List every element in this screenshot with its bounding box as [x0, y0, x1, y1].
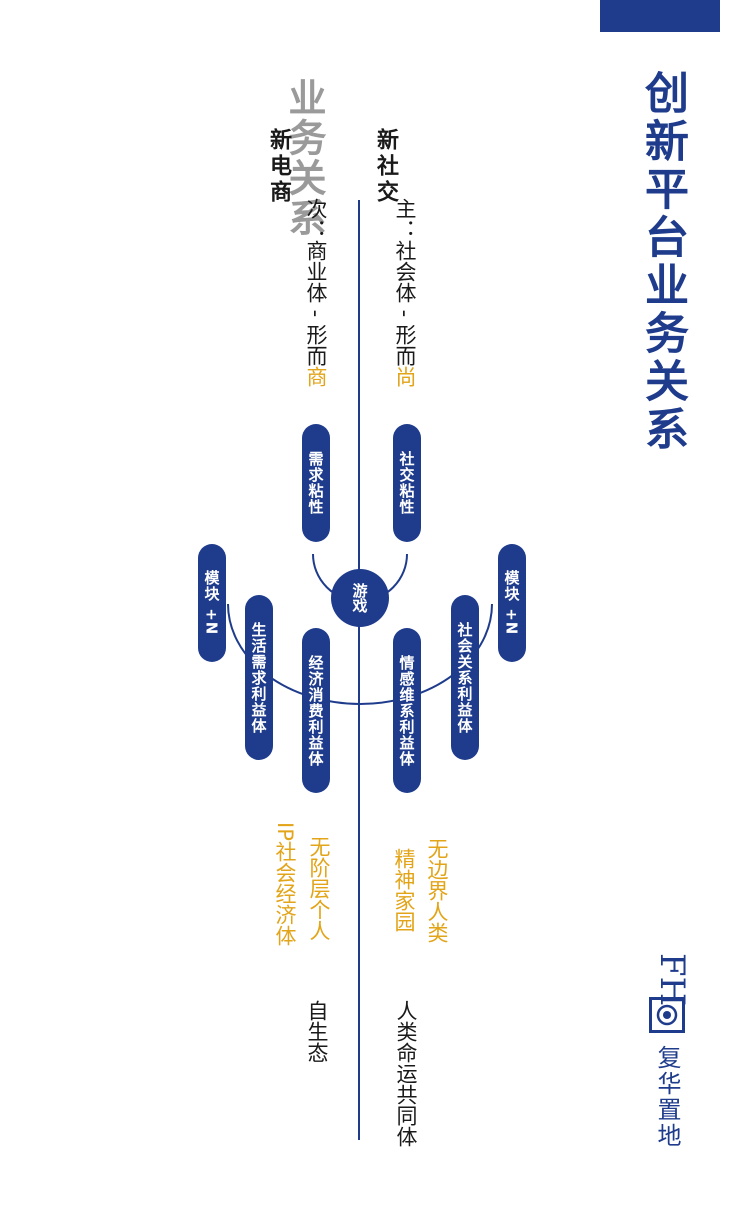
pill-life-demand: 生活需求利益体: [245, 595, 273, 760]
outcome-self-ecology: 自生态: [305, 1000, 329, 1063]
outcome-ip-economy: IP社会经济体: [273, 822, 297, 946]
pill-emotional-bond: 情感维系利益体: [393, 628, 421, 793]
logo-emblem-icon: [649, 997, 685, 1033]
pill-social-stickiness: 社交粘性: [393, 424, 421, 542]
pill-module-bottom: 模块 +N: [198, 544, 226, 662]
pill-demand-stickiness: 需求粘性: [302, 424, 330, 542]
outcome-spiritual-home: 精神家园: [392, 848, 416, 932]
logo-company-name: 复华置地: [653, 1045, 681, 1149]
center-node-game: 游戏: [331, 569, 389, 627]
logo-letters: FH: [652, 953, 692, 1007]
pill-module-top: 模块 +N: [498, 544, 526, 662]
outcome-classless-individual: 无阶层个人: [307, 836, 331, 941]
outcome-borderless-human: 无边界人类: [425, 838, 449, 943]
pill-social-relation: 社会关系利益体: [451, 595, 479, 760]
pill-economic-consumption: 经济消费利益体: [302, 628, 330, 793]
outcome-community-destiny: 人类命运共同体: [394, 1000, 418, 1147]
